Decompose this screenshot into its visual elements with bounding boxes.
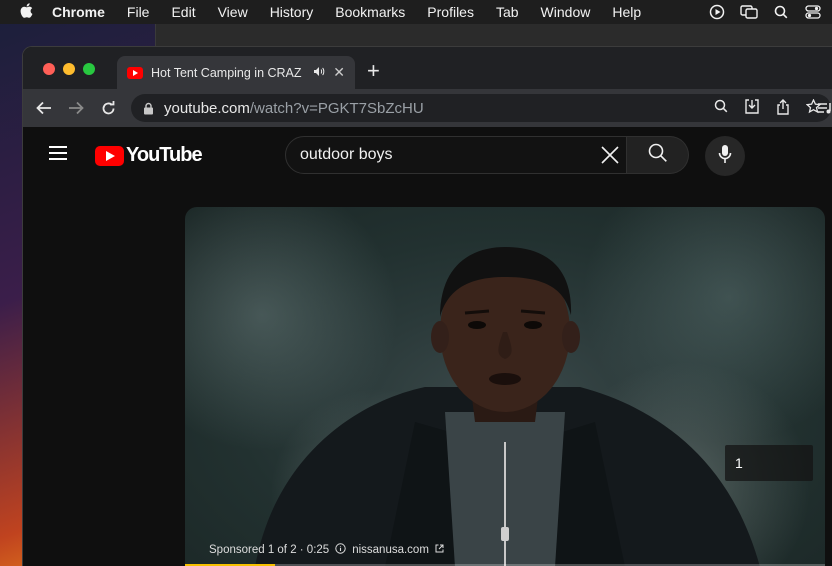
menu-bar: Chrome File Edit View History Bookmarks … <box>0 0 832 24</box>
install-app-icon[interactable] <box>744 99 760 119</box>
tab-strip: Hot Tent Camping in CRAZ ✕ + <box>23 47 832 89</box>
clear-search-icon[interactable] <box>600 145 620 170</box>
media-controls-icon[interactable] <box>817 101 832 120</box>
search-input[interactable] <box>300 146 580 164</box>
ad-sponsored-label: Sponsored 1 of 2 · 0:25 <box>209 544 330 556</box>
zoom-window-button[interactable] <box>83 63 95 75</box>
menu-window[interactable]: Window <box>530 4 602 20</box>
address-bar[interactable]: youtube.com/watch?v=PGKT7SbZcHU <box>131 94 831 122</box>
search-box <box>285 136 627 174</box>
external-link-icon[interactable] <box>435 544 444 556</box>
menu-app-chrome[interactable]: Chrome <box>52 4 116 20</box>
screen-mirroring-icon[interactable] <box>740 4 758 20</box>
url-path: /watch?v=PGKT7SbZcHU <box>249 99 424 117</box>
video-frame-person <box>255 247 760 566</box>
skip-ad-countdown[interactable]: 1 <box>725 445 813 481</box>
youtube-logo[interactable]: YouTube <box>95 144 203 167</box>
control-center-icon[interactable] <box>804 4 822 20</box>
minimize-window-button[interactable] <box>63 63 75 75</box>
zoom-search-icon[interactable] <box>714 99 728 119</box>
ad-info-bar: Sponsored 1 of 2 · 0:25 nissanusa.com <box>209 543 444 557</box>
menu-history[interactable]: History <box>259 4 325 20</box>
url-host: youtube.com <box>164 99 250 117</box>
reload-button[interactable] <box>97 97 119 119</box>
menu-view[interactable]: View <box>207 4 259 20</box>
youtube-play-logo-icon <box>95 145 124 166</box>
microphone-icon <box>718 144 732 169</box>
browser-toolbar: youtube.com/watch?v=PGKT7SbZcHU <box>23 89 832 127</box>
skip-ad-count: 1 <box>735 455 743 471</box>
share-icon[interactable] <box>776 99 790 119</box>
menu-profiles[interactable]: Profiles <box>416 4 485 20</box>
apple-icon[interactable] <box>0 2 52 22</box>
menu-help[interactable]: Help <box>601 4 652 20</box>
spotlight-search-icon[interactable] <box>772 4 790 20</box>
window-controls <box>43 63 95 75</box>
forward-button[interactable] <box>65 97 87 119</box>
ad-advertiser-link[interactable]: nissanusa.com <box>352 544 429 556</box>
menu-edit[interactable]: Edit <box>160 4 206 20</box>
menu-file[interactable]: File <box>116 4 161 20</box>
youtube-favicon-icon <box>127 66 143 79</box>
ad-info-icon[interactable] <box>335 543 346 557</box>
voice-search-button[interactable] <box>705 136 745 176</box>
search-icon <box>648 143 668 168</box>
menu-bookmarks[interactable]: Bookmarks <box>324 4 416 20</box>
close-tab-icon[interactable]: ✕ <box>333 64 345 81</box>
menu-tab[interactable]: Tab <box>485 4 530 20</box>
tab-active[interactable]: Hot Tent Camping in CRAZ ✕ <box>117 56 355 89</box>
close-window-button[interactable] <box>43 63 55 75</box>
search-button[interactable] <box>627 136 689 174</box>
menu-hamburger-icon[interactable] <box>49 146 67 164</box>
video-player[interactable]: 1 Sponsored 1 of 2 · 0:25 nissanusa.com <box>185 207 825 566</box>
site-info-icon[interactable] <box>143 102 154 115</box>
youtube-page: YouTube outdoor boys 1 Sponsored 1 of 2 … <box>23 127 832 566</box>
back-button[interactable] <box>33 97 55 119</box>
new-tab-button[interactable]: + <box>367 60 380 82</box>
play-circle-icon[interactable] <box>708 4 726 20</box>
tab-title: Hot Tent Camping in CRAZ <box>151 65 302 80</box>
tab-audio-icon[interactable] <box>313 66 325 80</box>
browser-window: Hot Tent Camping in CRAZ ✕ + youtube.com… <box>22 46 832 566</box>
youtube-logo-text: YouTube <box>126 144 203 166</box>
